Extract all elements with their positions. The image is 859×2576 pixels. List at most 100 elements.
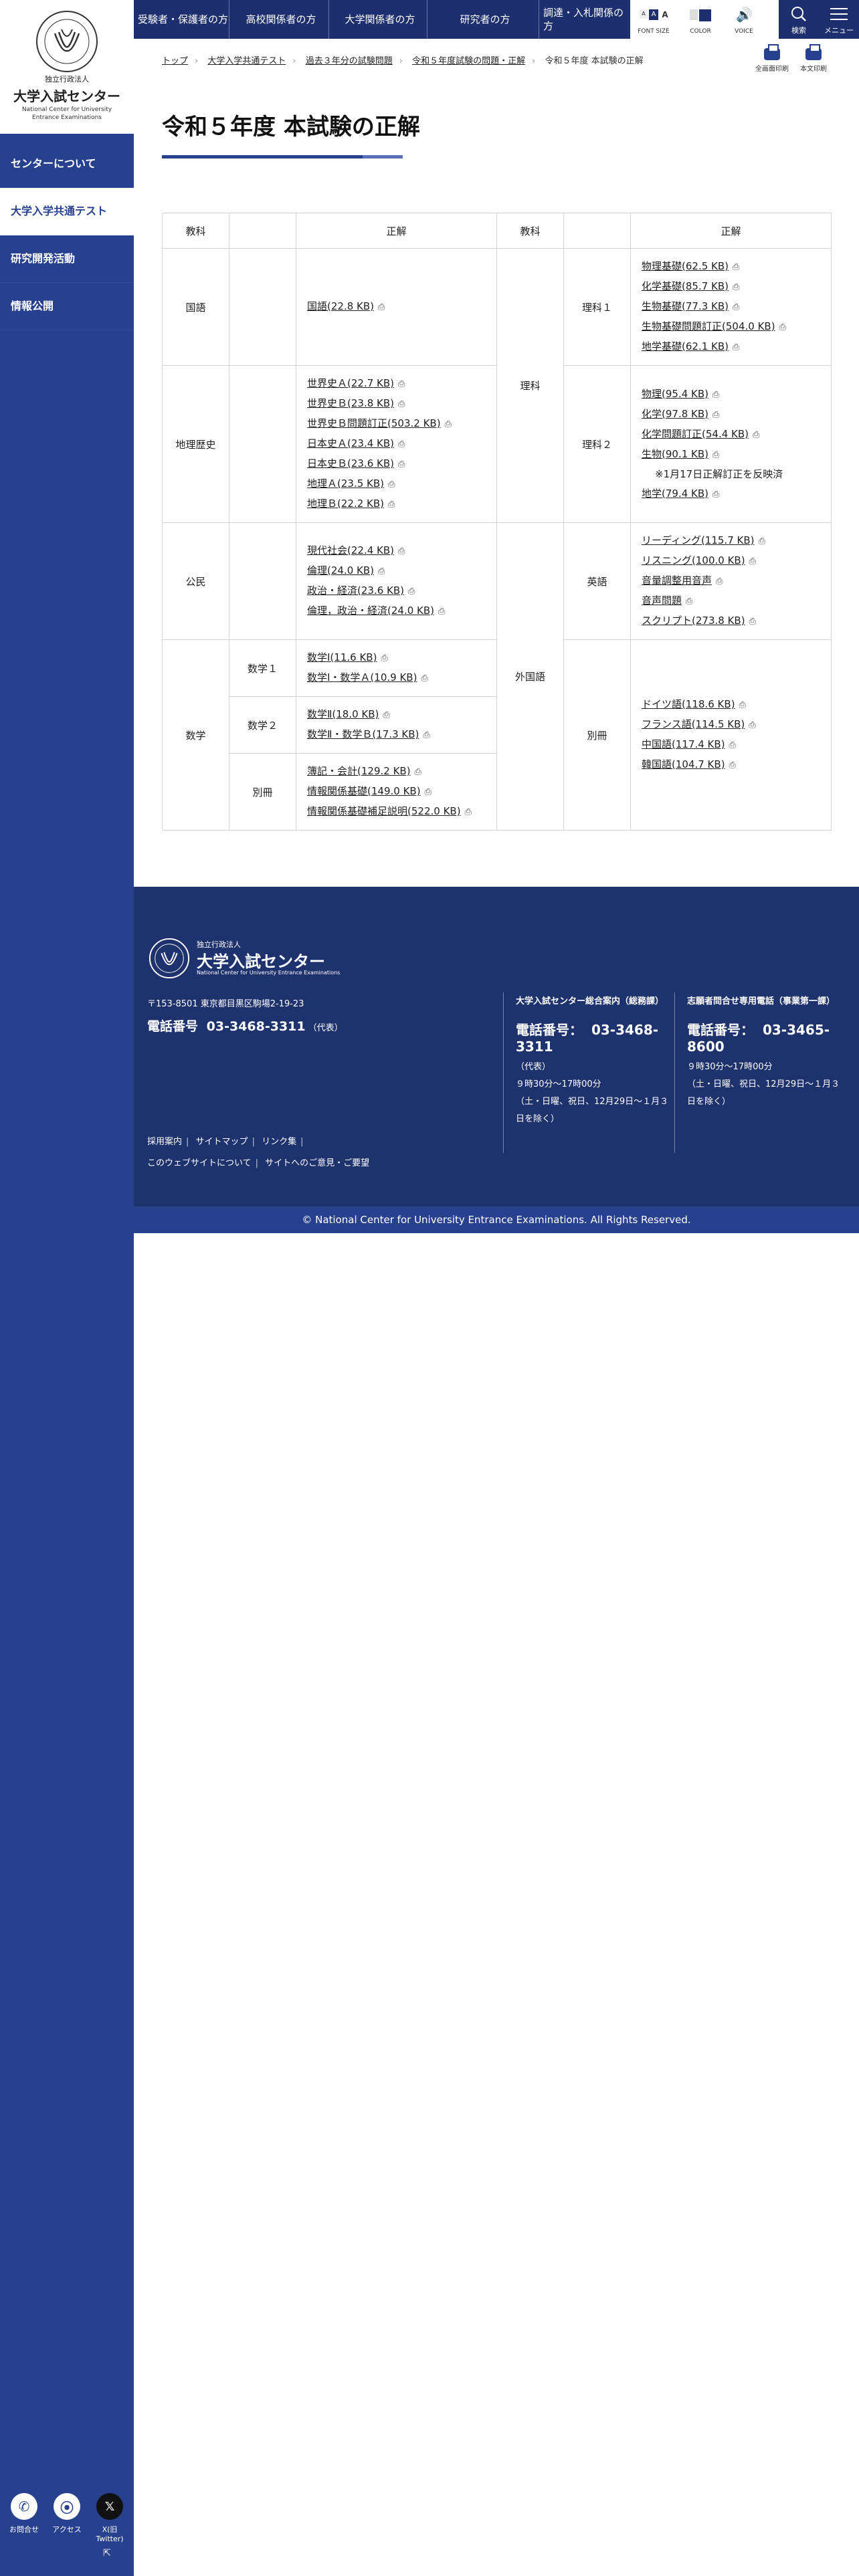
pdf-link-label: 韓国語(104.7 KB) <box>642 758 725 770</box>
pdf-link[interactable]: 音声問題 ⎙ <box>642 591 831 611</box>
x-twitter-button[interactable]: 𝕏 X(旧Twitter) <box>90 2493 130 2543</box>
topnav-item-highschool[interactable]: 高校関係者の方 <box>229 0 329 39</box>
font-medium-icon[interactable]: A <box>649 9 658 20</box>
pdf-link[interactable]: 世界史Ｂ(23.8 KB) ⎙ <box>307 394 496 414</box>
pdf-file-icon: ⎙ <box>712 409 720 420</box>
pdf-file-icon: ⎙ <box>712 389 720 400</box>
sidebar-item-disclosure[interactable]: 情報公開 <box>0 283 134 330</box>
pdf-link-label: 生物基礎(77.3 KB) <box>642 300 729 312</box>
footer-link-recruit[interactable]: 採用案内 <box>147 1137 182 1147</box>
footer: 独立行政法人 大学入試センター National Center for Univ… <box>134 887 859 1233</box>
pdf-link[interactable]: 地理Ａ(23.5 KB) ⎙ <box>307 474 496 494</box>
pdf-link[interactable]: 化学問題訂正(54.4 KB) ⎙ <box>642 425 831 445</box>
pdf-file-icon: ⎙ <box>749 617 756 627</box>
logo-name-en-line2: Entrance Examinations <box>31 114 102 121</box>
header-subject: 教科 <box>162 213 229 249</box>
pdf-link[interactable]: 生物基礎(77.3 KB) ⎙ <box>642 297 831 317</box>
pdf-link[interactable]: 日本史Ｂ(23.6 KB) ⎙ <box>307 454 496 474</box>
print-body-button[interactable]: 本文印刷 <box>793 44 834 73</box>
font-size-control[interactable]: A A A FONT SIZE <box>630 0 677 39</box>
topnav-item-examinees[interactable]: 受験者・保護者の方 <box>134 0 229 39</box>
pdf-link[interactable]: 数学Ⅰ・数学Ａ(10.9 KB) ⎙ <box>307 668 496 688</box>
pdf-link[interactable]: 世界史Ａ(22.7 KB) ⎙ <box>307 374 496 394</box>
pdf-link[interactable]: 地学基礎(62.1 KB) ⎙ <box>642 337 831 357</box>
pdf-link[interactable]: 地理Ｂ(22.2 KB) ⎙ <box>307 494 496 514</box>
font-small-icon[interactable]: A <box>640 9 648 19</box>
table-header-row: 教科 正解 教科 正解 <box>162 213 832 249</box>
pdf-link[interactable]: 韓国語(104.7 KB) ⎙ <box>642 755 831 775</box>
pdf-file-icon: ⎙ <box>733 282 740 292</box>
sidebar-item-about[interactable]: センターについて <box>0 140 134 188</box>
pdf-link[interactable]: 中国語(117.4 KB) ⎙ <box>642 735 831 755</box>
pdf-link[interactable]: 物理(95.4 KB) ⎙ <box>642 385 831 405</box>
font-large-icon[interactable]: A <box>660 9 670 20</box>
pdf-link[interactable]: 数学Ⅰ(11.6 KB) ⎙ <box>307 648 496 668</box>
pdf-file-icon: ⎙ <box>388 500 395 510</box>
pdf-link[interactable]: 生物基礎問題訂正(504.0 KB) ⎙ <box>642 317 831 337</box>
topnav-item-university[interactable]: 大学関係者の方 <box>329 0 427 39</box>
links-cell: 簿記・会計(129.2 KB) ⎙ 情報関係基礎(149.0 KB) ⎙ 情報関係基礎補… <box>296 753 497 831</box>
pdf-link[interactable]: 化学基礎(85.7 KB) ⎙ <box>642 277 831 297</box>
pdf-link[interactable]: 音量調整用音声 ⎙ <box>642 571 831 591</box>
access-label: アクセス <box>52 2525 82 2534</box>
pdf-link[interactable]: フランス語(114.5 KB) ⎙ <box>642 715 831 735</box>
footer-link-feedback[interactable]: サイトへのご意見・ご要望 <box>265 1158 369 1168</box>
color-control[interactable]: COLOR <box>680 0 721 39</box>
footer-org-name: 大学入試センター <box>197 952 325 971</box>
links-cell: 物理(95.4 KB) ⎙ 化学(97.8 KB) ⎙ 化学問題訂正(54.4 KB) ⎙… <box>630 365 832 523</box>
pdf-link[interactable]: 情報関係基礎(149.0 KB) ⎙ <box>307 782 496 802</box>
pdf-link[interactable]: ドイツ語(118.6 KB) ⎙ <box>642 695 831 715</box>
pdf-link[interactable]: 物理基礎(62.5 KB) ⎙ <box>642 257 831 277</box>
pdf-link[interactable]: 数学Ⅱ(18.0 KB) ⎙ <box>307 705 496 725</box>
pdf-link[interactable]: 国語(22.8 KB) ⎙ <box>307 297 496 317</box>
topnav-item-procurement[interactable]: 調達・入札関係の方 <box>539 0 629 39</box>
pdf-link[interactable]: 世界史Ｂ問題訂正(503.2 KB) ⎙ <box>307 414 496 434</box>
contact-button[interactable]: ✆ お問合せ <box>4 2493 44 2535</box>
pdf-link[interactable]: 地学(79.4 KB) ⎙ <box>642 484 831 504</box>
breadcrumb-item-r5-exams[interactable]: 令和５年度試験の問題・正解 <box>412 56 525 66</box>
breadcrumb-item-top[interactable]: トップ <box>162 56 188 66</box>
pdf-link[interactable]: 政治・経済(23.6 KB) ⎙ <box>307 581 496 601</box>
chevron-right-icon: › <box>195 56 199 66</box>
applicant-info-tel-label: 電話番号： <box>687 1022 754 1038</box>
pdf-link[interactable]: 現代社会(22.4 KB) ⎙ <box>307 541 496 561</box>
chevron-right-icon: › <box>292 56 296 66</box>
pdf-link[interactable]: 情報関係基礎補足説明(522.0 KB) ⎙ <box>307 802 496 822</box>
sidebar: 独立行政法人 大学入試センター National Center for Univ… <box>0 0 134 2576</box>
breadcrumb-item-common-test[interactable]: 大学入学共通テスト <box>207 56 286 66</box>
menu-button[interactable]: メニュー <box>819 0 859 39</box>
pdf-link[interactable]: 簿記・会計(129.2 KB) ⎙ <box>307 762 496 782</box>
pdf-link[interactable]: 生物(90.1 KB) ⎙ <box>642 445 831 465</box>
footer-link-sitemap[interactable]: サイトマップ <box>196 1137 248 1147</box>
pdf-link[interactable]: リスニング(100.0 KB) ⎙ <box>642 551 831 571</box>
pdf-link-label: 情報関係基礎(149.0 KB) <box>307 785 421 797</box>
pdf-link-label: リスニング(100.0 KB) <box>642 554 745 566</box>
access-button[interactable]: ⦿ アクセス <box>47 2493 87 2535</box>
sidebar-item-common-test[interactable]: 大学入学共通テスト <box>0 188 134 235</box>
pdf-link[interactable]: 日本史Ａ(23.4 KB) ⎙ <box>307 434 496 454</box>
print-full-button[interactable]: 全画面印刷 <box>752 44 792 73</box>
general-info-tel: 電話番号： 03-3468-3311 <box>516 1019 676 1055</box>
voice-control[interactable]: 🔊 VOICE <box>724 0 764 39</box>
footer-link-about-site[interactable]: このウェブサイトについて <box>147 1158 252 1168</box>
links-cell: リーディング(115.7 KB) ⎙ リスニング(100.0 KB) ⎙ 音量調整用音声… <box>630 522 832 640</box>
logo-corp-type: 独立行政法人 <box>45 75 89 84</box>
logo[interactable]: 独立行政法人 大学入試センター National Center for Univ… <box>0 0 134 134</box>
footer-link-links[interactable]: リンク集 <box>262 1137 296 1147</box>
topnav-item-researchers[interactable]: 研究者の方 <box>427 0 539 39</box>
footer-tel: 電話番号 03-3468-3311 （代表） <box>147 1016 343 1035</box>
pdf-link[interactable]: スクリプト(273.8 KB) ⎙ <box>642 611 831 631</box>
pdf-link[interactable]: 数学Ⅱ・数学Ｂ(17.3 KB) ⎙ <box>307 725 496 745</box>
header-blank <box>229 213 296 249</box>
search-button[interactable]: 検索 <box>779 0 819 39</box>
sidebar-item-research[interactable]: 研究開発活動 <box>0 235 134 283</box>
breadcrumb-item-past-exams[interactable]: 過去３年分の試験問題 <box>306 56 393 66</box>
pdf-file-icon: ⎙ <box>729 760 736 770</box>
pdf-link-label: 生物基礎問題訂正(504.0 KB) <box>642 320 775 332</box>
pdf-link[interactable]: 倫理，政治・経済(24.0 KB) ⎙ <box>307 601 496 621</box>
pdf-link[interactable]: リーディング(115.7 KB) ⎙ <box>642 531 831 551</box>
pdf-link[interactable]: 倫理(24.0 KB) ⎙ <box>307 561 496 581</box>
pdf-link-label: 現代社会(22.4 KB) <box>307 544 394 556</box>
pdf-link[interactable]: 化学(97.8 KB) ⎙ <box>642 405 831 425</box>
links-cell: 現代社会(22.4 KB) ⎙ 倫理(24.0 KB) ⎙ 政治・経済(23.6 KB)… <box>296 522 497 640</box>
